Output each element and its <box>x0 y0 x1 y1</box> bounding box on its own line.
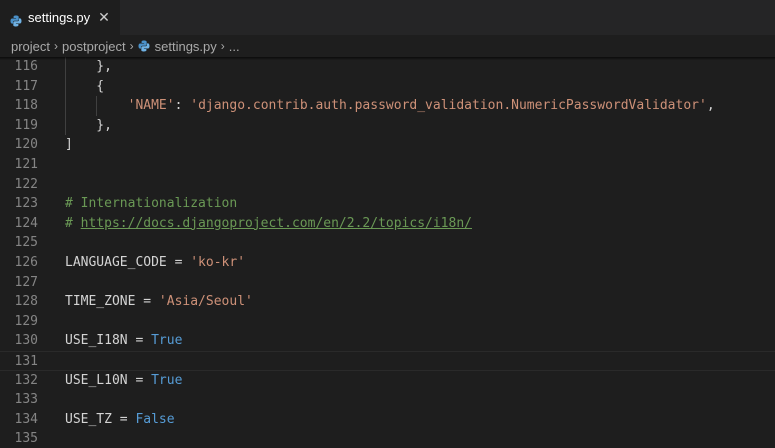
breadcrumb-item-more[interactable]: ... <box>229 39 240 54</box>
code-token: 'django.contrib.auth.password_validation… <box>190 98 707 114</box>
code-line[interactable]: 127 <box>0 273 775 293</box>
code-token: # Internationalization <box>65 196 238 212</box>
code-token: , <box>706 98 715 114</box>
code-text: }, <box>65 116 112 136</box>
code-token: ] <box>65 137 73 153</box>
line-number: 126 <box>14 255 38 270</box>
line-number: 118 <box>14 98 38 114</box>
code-line[interactable]: 124 # https://docs.djangoproject.com/en/2… <box>0 214 775 234</box>
line-number: 130 <box>14 333 38 349</box>
code-token: 'NAME' <box>127 98 175 114</box>
line-number: 124 <box>14 215 38 231</box>
code-line[interactable]: 135 <box>0 429 775 448</box>
code-text: USE_TZ = False <box>65 410 175 430</box>
code-token: USE_L10N = <box>65 372 152 388</box>
code-token[interactable]: https://docs.djangoproject.com/en/2.2/to… <box>81 216 472 231</box>
line-number: 120 <box>14 137 38 153</box>
breadcrumb-item-settings-py[interactable]: settings.py <box>155 39 217 54</box>
code-editor[interactable]: 116 }, 117 {118 'NAME': 'django.contrib.a… <box>0 57 775 448</box>
code-token: : <box>174 98 191 114</box>
code-line[interactable]: 118 'NAME': 'django.contrib.auth.passwor… <box>0 96 775 116</box>
code-token: LANGUAGE_CODE = <box>65 255 191 270</box>
line-number: 125 <box>14 235 38 251</box>
python-file-icon <box>10 12 22 26</box>
code-text: USE_I18N = True <box>65 331 182 351</box>
tab-settings-py[interactable]: settings.py ✕ <box>0 0 120 35</box>
code-token: }, <box>65 117 112 133</box>
line-number: 129 <box>14 313 38 329</box>
code-line[interactable]: 133 <box>0 390 775 410</box>
chevron-right-icon: › <box>129 39 134 53</box>
code-token: False <box>135 411 175 427</box>
code-token: 'ko-kr' <box>190 255 246 270</box>
code-token: True <box>151 372 183 388</box>
code-text: 'NAME': 'django.contrib.auth.password_va… <box>65 96 715 116</box>
code-line[interactable]: 126 LANGUAGE_CODE = 'ko-kr' <box>0 253 775 273</box>
tab-bar: settings.py ✕ <box>0 0 775 35</box>
code-token: USE_TZ = <box>65 411 136 427</box>
breadcrumb-item-postproject[interactable]: postproject <box>62 39 126 54</box>
code-line[interactable]: 132 USE_L10N = True <box>0 371 775 391</box>
line-number: 134 <box>14 411 38 427</box>
code-text: LANGUAGE_CODE = 'ko-kr' <box>65 253 245 273</box>
line-number: 132 <box>14 372 38 388</box>
code-line[interactable]: 120] <box>0 135 775 155</box>
code-line[interactable]: 130 USE_I18N = True <box>0 331 775 351</box>
code-token: TIME_ZONE = <box>65 294 159 310</box>
code-text: # https://docs.djangoproject.com/en/2.2/… <box>65 214 472 234</box>
tab-label: settings.py <box>28 10 91 25</box>
breadcrumb: project › postproject › settings.py › ..… <box>0 35 775 57</box>
line-number: 121 <box>14 157 38 172</box>
line-number: 117 <box>14 78 38 94</box>
line-number: 133 <box>14 392 38 408</box>
line-number: 135 <box>14 431 38 447</box>
editor-window: settings.py ✕ project › postproject › se… <box>0 0 775 448</box>
code-token: { <box>65 78 105 94</box>
code-line[interactable]: 117 { <box>0 76 775 97</box>
line-number: 128 <box>14 294 38 310</box>
code-line[interactable]: 129 <box>0 312 775 332</box>
code-text: ] <box>65 135 73 155</box>
line-number: 119 <box>14 117 38 133</box>
line-number: 127 <box>14 274 38 290</box>
close-icon[interactable]: ✕ <box>98 11 110 25</box>
line-number: 131 <box>14 354 38 369</box>
code-line[interactable]: 125 <box>0 233 775 253</box>
code-line[interactable]: 134 USE_TZ = False <box>0 410 775 430</box>
code-text: # Internationalization <box>65 194 237 214</box>
code-line[interactable]: 131 <box>0 351 775 371</box>
code-token: True <box>151 333 183 349</box>
code-text: { <box>65 77 104 97</box>
chevron-right-icon: › <box>220 39 225 53</box>
code-line[interactable]: 121 <box>0 155 775 175</box>
code-token: # <box>65 215 81 231</box>
code-line[interactable]: 128 TIME_ZONE = 'Asia/Seoul' <box>0 292 775 312</box>
chevron-right-icon: › <box>54 39 59 53</box>
code-token: USE_I18N = <box>65 333 152 349</box>
code-text: TIME_ZONE = 'Asia/Seoul' <box>65 292 253 312</box>
code-line[interactable]: 123 # Internationalization <box>0 194 775 214</box>
code-line[interactable]: 119 }, <box>0 115 775 136</box>
code-token: 'Asia/Seoul' <box>158 294 253 310</box>
line-number: 122 <box>14 176 38 192</box>
breadcrumb-item-project[interactable]: project <box>11 39 50 54</box>
code-line[interactable]: 122 <box>0 175 775 195</box>
python-file-icon <box>138 40 150 52</box>
code-text: USE_L10N = True <box>65 371 182 391</box>
line-number: 123 <box>14 196 38 212</box>
code-token: }, <box>65 59 112 74</box>
breadcrumb-shadow <box>0 57 775 60</box>
